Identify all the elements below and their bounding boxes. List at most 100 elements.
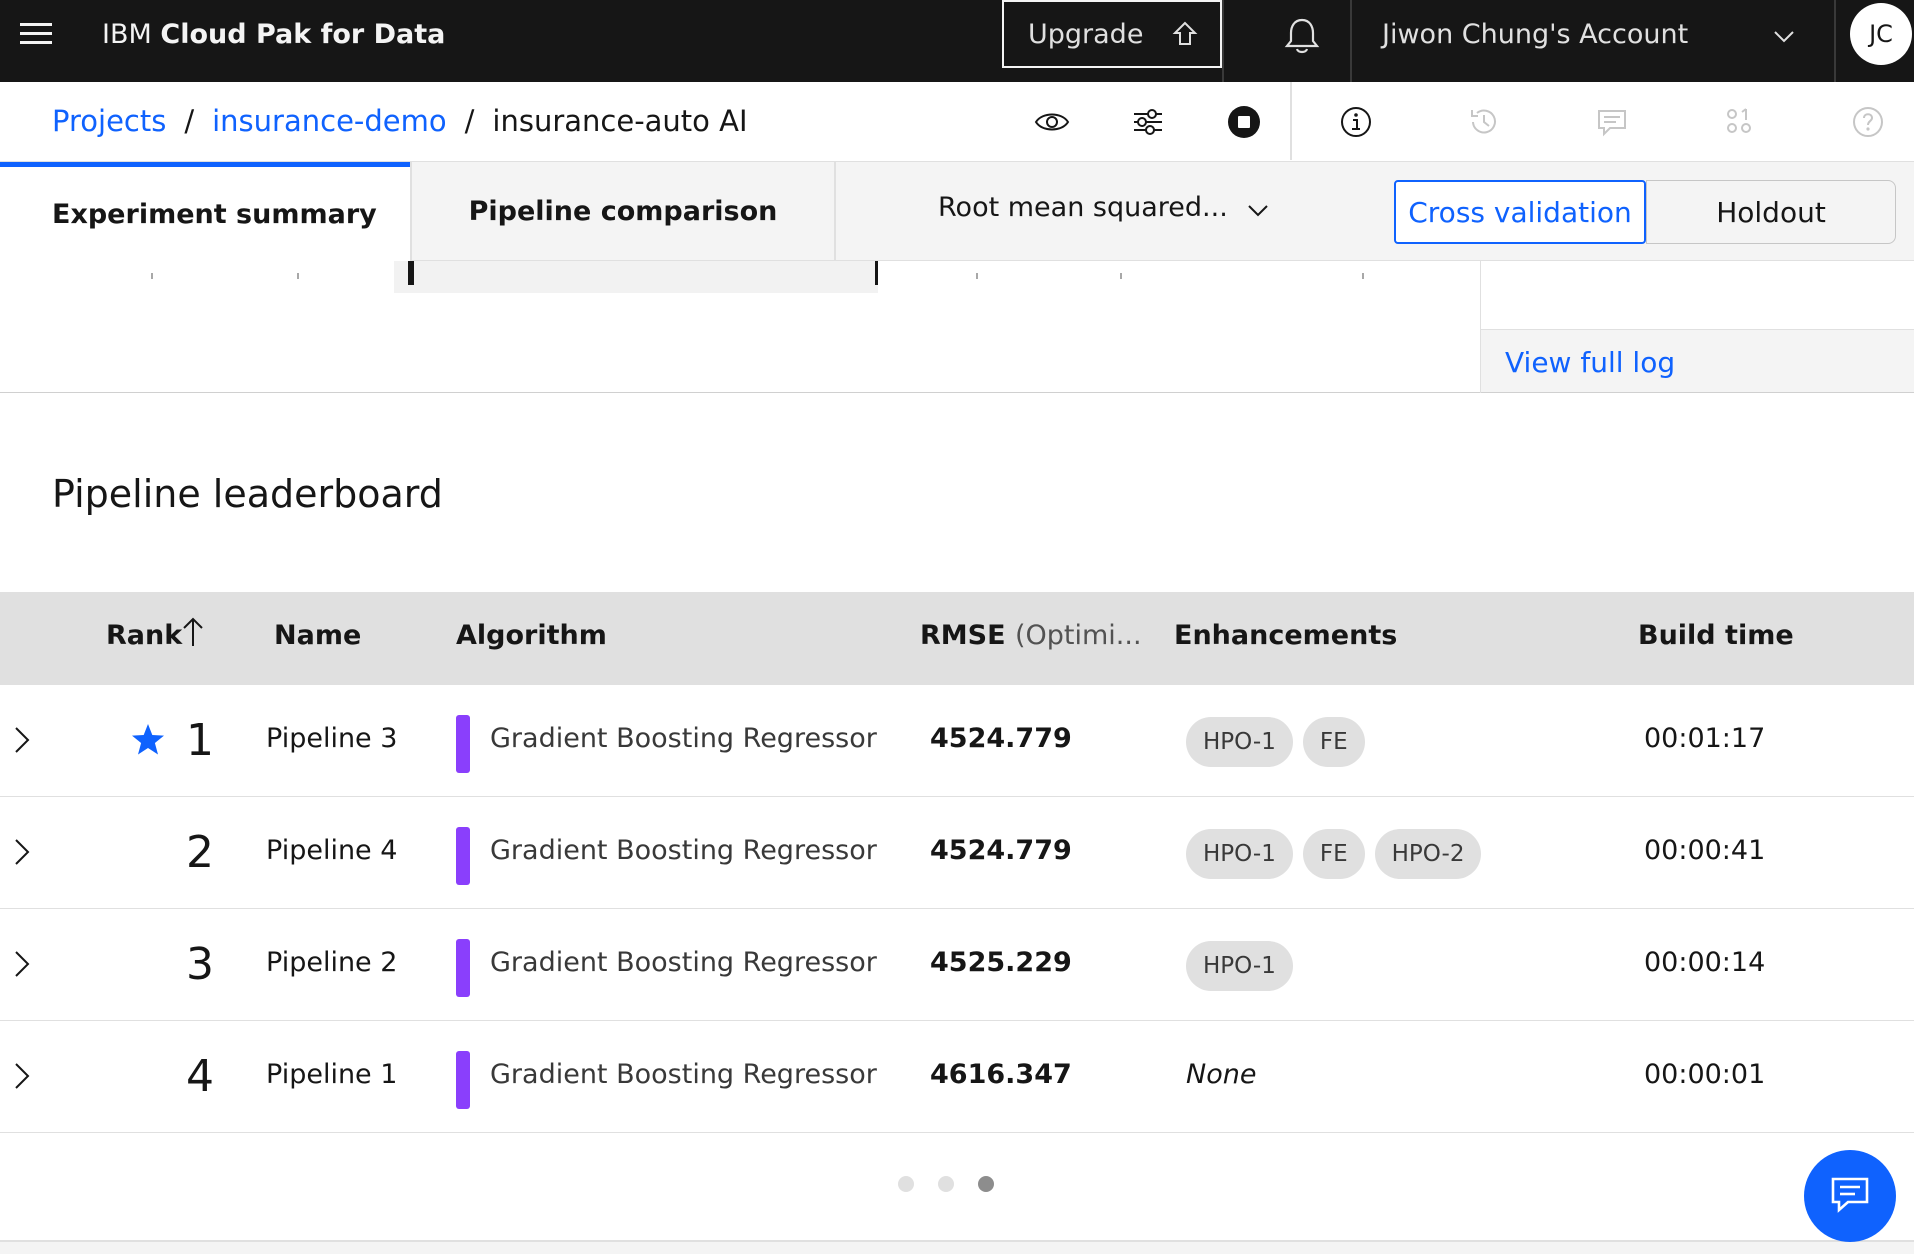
table-row[interactable]: 4 Pipeline 1 Gradient Boosting Regressor… [0, 1021, 1914, 1133]
cross-validation-toggle[interactable]: Cross validation [1394, 180, 1646, 244]
tab-label: Pipeline comparison [468, 196, 778, 227]
algorithm-color-bar [456, 827, 470, 885]
column-header-build-time[interactable]: Build time [1638, 620, 1794, 651]
algorithm-color-bar [456, 939, 470, 997]
breadcrumb-current: insurance-auto AI [492, 104, 748, 138]
column-header-rmse[interactable]: RMSE (Optimi... [920, 620, 1142, 651]
column-header-algorithm[interactable]: Algorithm [456, 620, 607, 651]
chevron-right-icon[interactable] [12, 1061, 32, 1095]
rank-number: 1 [186, 715, 214, 766]
enhancement-tag: HPO-2 [1374, 829, 1482, 879]
comment-icon[interactable] [1592, 102, 1632, 142]
algorithm-name: Gradient Boosting Regressor [490, 947, 877, 978]
log-panel: View full log [1480, 261, 1914, 393]
chart-node [394, 261, 878, 293]
chevron-right-icon[interactable] [12, 949, 32, 983]
rank-number: 3 [186, 939, 214, 990]
table-row[interactable]: 1 Pipeline 3 Gradient Boosting Regressor… [0, 685, 1914, 797]
pagination-dot[interactable] [938, 1176, 954, 1192]
table-row[interactable]: 2 Pipeline 4 Gradient Boosting Regressor… [0, 797, 1914, 909]
stop-icon[interactable] [1224, 102, 1264, 142]
product-brand[interactable]: IBM Cloud Pak for Data [102, 20, 445, 50]
chevron-down-icon[interactable] [1772, 24, 1796, 52]
brand-prefix: IBM [102, 19, 152, 50]
pipeline-name[interactable]: Pipeline 1 [266, 1059, 397, 1090]
info-icon[interactable] [1336, 102, 1376, 142]
table-row[interactable]: 3 Pipeline 2 Gradient Boosting Regressor… [0, 909, 1914, 1021]
rmse-value: 4525.229 [930, 947, 1072, 978]
pipeline-name[interactable]: Pipeline 2 [266, 947, 397, 978]
column-label: Rank [106, 620, 183, 651]
top-header: IBM Cloud Pak for Data Upgrade Jiwon Chu… [0, 0, 1914, 82]
chevron-right-icon[interactable] [12, 725, 32, 759]
apps-icon[interactable] [1720, 102, 1760, 142]
pagination-dot[interactable] [898, 1176, 914, 1192]
chat-icon [1828, 1172, 1872, 1220]
algorithm-color-bar [456, 715, 470, 773]
rank-number: 2 [186, 827, 214, 878]
metric-dropdown[interactable]: Root mean squared... [938, 192, 1268, 223]
breadcrumb-toolbar: Projects / insurance-demo / insurance-au… [0, 82, 1914, 162]
build-time: 00:00:41 [1644, 835, 1766, 866]
upgrade-label: Upgrade [1028, 18, 1144, 50]
algorithm-color-bar [456, 1051, 470, 1109]
breadcrumb-separator: / [184, 104, 195, 138]
enhancement-tag: HPO-1 [1186, 829, 1293, 879]
pagination-dot-active[interactable] [978, 1176, 994, 1192]
footer-divider [0, 1240, 1914, 1254]
breadcrumb-project[interactable]: insurance-demo [212, 104, 447, 138]
rmse-value: 4616.347 [930, 1059, 1072, 1090]
enhancement-tag: FE [1302, 717, 1365, 767]
view-eye-icon[interactable] [1032, 102, 1072, 142]
breadcrumb-separator: / [464, 104, 475, 138]
upgrade-button[interactable]: Upgrade [1002, 0, 1222, 68]
pipeline-name[interactable]: Pipeline 4 [266, 835, 397, 866]
metric-dropdown-value: Root mean squared... [938, 192, 1228, 223]
account-switcher[interactable]: Jiwon Chung's Account [1382, 19, 1688, 50]
column-header-enhancements[interactable]: Enhancements [1174, 620, 1397, 651]
breadcrumb: Projects / insurance-demo / insurance-au… [52, 104, 748, 138]
chevron-right-icon[interactable] [12, 837, 32, 871]
avatar[interactable]: JC [1850, 3, 1912, 65]
chevron-down-icon [1246, 198, 1270, 229]
star-icon [130, 723, 166, 761]
table-header: Rank Name Algorithm RMSE (Optimi... Enha… [0, 592, 1914, 685]
progress-chart-remnant [0, 261, 1480, 393]
page-title: Pipeline leaderboard [52, 472, 443, 516]
tabs-bar: Experiment summary Pipeline comparison R… [0, 162, 1914, 261]
algorithm-name: Gradient Boosting Regressor [490, 835, 877, 866]
sort-ascending-icon[interactable] [182, 616, 204, 655]
toolbar-divider [1290, 82, 1292, 160]
upgrade-arrow-icon [1172, 20, 1198, 55]
enhancement-tags: HPO-1 FE [1186, 717, 1365, 767]
notification-bell-icon[interactable] [1280, 14, 1324, 58]
view-full-log-link[interactable]: View full log [1505, 346, 1675, 379]
rmse-value: 4524.779 [930, 835, 1072, 866]
history-icon[interactable] [1464, 102, 1504, 142]
tab-experiment-summary[interactable]: Experiment summary [0, 162, 410, 261]
tab-label: Experiment summary [52, 198, 377, 230]
enhancement-tags: HPO-1 FE HPO-2 [1186, 829, 1482, 879]
column-label: RMSE [920, 620, 1006, 651]
enhancement-tag: HPO-1 [1186, 717, 1293, 767]
column-header-name[interactable]: Name [274, 620, 361, 651]
breadcrumb-projects[interactable]: Projects [52, 104, 166, 138]
build-time: 00:00:14 [1644, 947, 1766, 978]
menu-icon[interactable] [20, 19, 54, 49]
column-header-rank[interactable]: Rank [106, 617, 203, 651]
enhancement-tags: HPO-1 [1186, 941, 1293, 991]
rmse-value: 4524.779 [930, 723, 1072, 754]
help-icon[interactable] [1848, 102, 1888, 142]
brand-name: Cloud Pak for Data [160, 19, 446, 50]
algorithm-name: Gradient Boosting Regressor [490, 723, 877, 754]
tab-pipeline-comparison[interactable]: Pipeline comparison [412, 162, 834, 261]
holdout-toggle[interactable]: Holdout [1646, 180, 1896, 244]
enhancement-tag: HPO-1 [1186, 941, 1293, 991]
column-label-suffix: (Optimi... [1014, 620, 1142, 651]
log-link-row: View full log [1481, 329, 1914, 393]
build-time: 00:00:01 [1644, 1059, 1766, 1090]
settings-sliders-icon[interactable] [1128, 102, 1168, 142]
chat-button[interactable] [1804, 1150, 1896, 1242]
rank-number: 4 [186, 1051, 214, 1102]
pipeline-name[interactable]: Pipeline 3 [266, 723, 397, 754]
